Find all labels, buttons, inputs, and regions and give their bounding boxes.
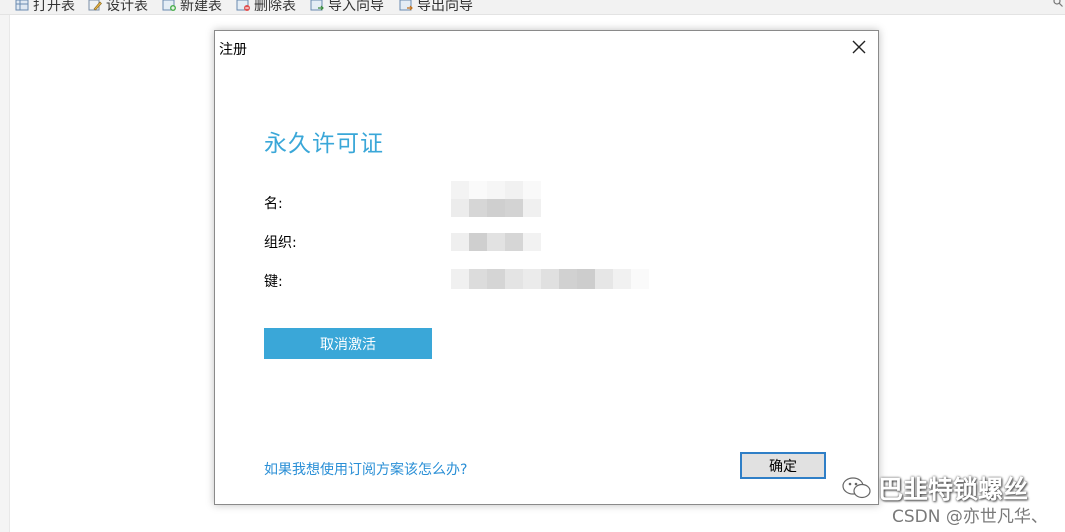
- new-table-icon: [162, 0, 176, 11]
- csdn-watermark: CSDN @亦世凡华、: [892, 507, 1048, 527]
- open-table-icon: [15, 0, 29, 11]
- export-wizard-icon: [399, 0, 413, 11]
- toolbar-item-new-table[interactable]: 新建表: [162, 0, 222, 14]
- toolbar-item-delete-table[interactable]: 删除表: [236, 0, 296, 14]
- delete-table-icon: [236, 0, 250, 11]
- toolbar-item-export-wizard[interactable]: 导出向导: [399, 0, 473, 14]
- toolbar: 打开表 设计表 新建表 删除表 导入向导 导出向导: [0, 0, 1065, 15]
- toolbar-label: 导出向导: [417, 0, 473, 14]
- key-value-redacted: [451, 269, 649, 289]
- organization-label: 组织:: [264, 235, 297, 251]
- license-heading: 永久许可证: [264, 131, 384, 157]
- toolbar-item-open-table[interactable]: 打开表: [15, 0, 75, 14]
- organization-value-redacted: [451, 233, 541, 251]
- wechat-icon: [842, 477, 871, 499]
- wechat-name: 巴韭特锁螺丝: [878, 475, 1029, 504]
- left-panel-edge: [0, 15, 10, 532]
- ok-button[interactable]: 确定: [740, 452, 826, 479]
- deactivate-button[interactable]: 取消激活: [264, 328, 432, 359]
- toolbar-label: 设计表: [106, 0, 148, 14]
- close-icon[interactable]: [850, 38, 868, 56]
- design-table-icon: [88, 0, 102, 11]
- import-wizard-icon: [310, 0, 324, 11]
- dialog-title: 注册: [219, 42, 247, 58]
- name-label: 名:: [264, 196, 283, 212]
- toolbar-label: 打开表: [33, 0, 75, 14]
- key-label: 键:: [264, 274, 283, 290]
- toolbar-label: 导入向导: [328, 0, 384, 14]
- toolbar-item-design-table[interactable]: 设计表: [88, 0, 148, 14]
- subscription-link[interactable]: 如果我想使用订阅方案该怎么办?: [264, 459, 467, 479]
- registration-dialog: 注册 永久许可证 名: 组织: 键: 取消激活 如果我想使用订阅方案该怎么办? …: [214, 30, 879, 505]
- toolbar-item-import-wizard[interactable]: 导入向导: [310, 0, 384, 14]
- toolbar-label: 新建表: [180, 0, 222, 14]
- wechat-watermark: 巴韭特锁螺丝: [842, 470, 1028, 506]
- toolbar-label: 删除表: [254, 0, 296, 14]
- name-value-redacted: [451, 181, 541, 217]
- search-icon[interactable]: [1053, 0, 1063, 7]
